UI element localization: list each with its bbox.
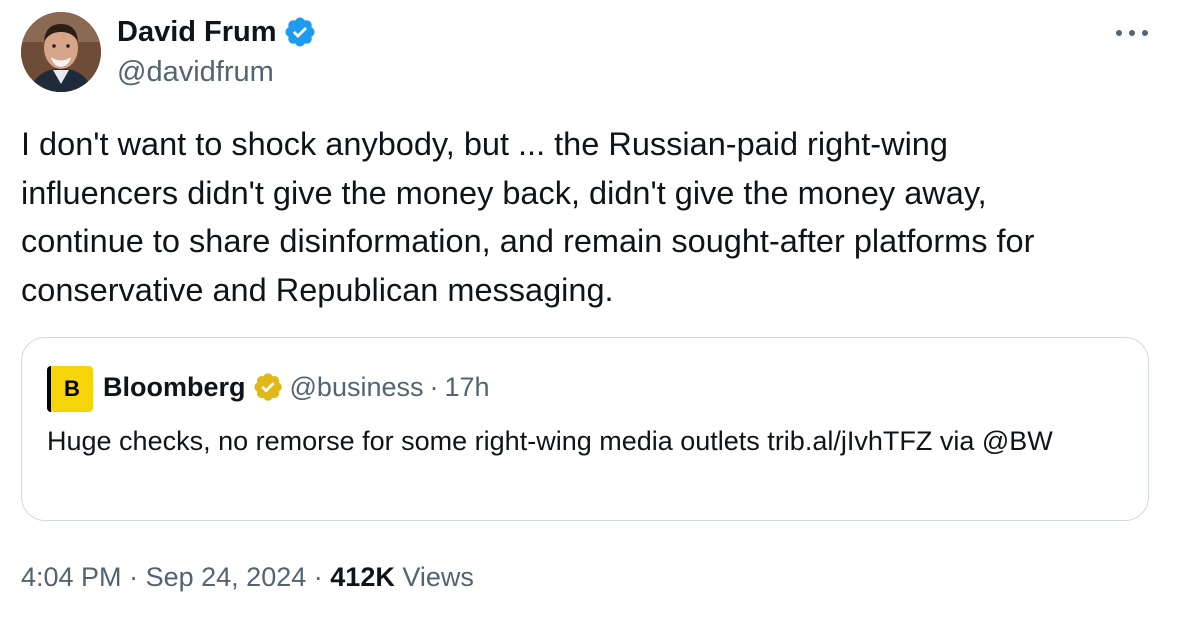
- author-handle[interactable]: @davidfrum: [117, 55, 274, 89]
- author-avatar-image: [21, 12, 101, 92]
- meta-separator: ·: [313, 562, 323, 592]
- quote-timestamp[interactable]: 17h: [445, 370, 490, 404]
- quote-author-name[interactable]: Bloomberg: [103, 370, 246, 404]
- views-label: Views: [402, 562, 474, 592]
- gold-verified-badge-icon: [253, 373, 282, 401]
- author-avatar[interactable]: [21, 12, 101, 92]
- tweet: David Frum @davidfrum I don't want to sh…: [0, 0, 1178, 620]
- quote-text: Huge checks, no remorse for some right-w…: [47, 426, 1053, 456]
- tweet-text: I don't want to shock anybody, but ... t…: [21, 126, 1035, 308]
- tweet-time[interactable]: 4:04 PM: [21, 562, 122, 592]
- quote-author-avatar[interactable]: B: [47, 366, 93, 412]
- quote-separator: ·: [429, 372, 439, 402]
- quote-author-handle[interactable]: @business: [290, 370, 424, 404]
- views-count: 412K: [330, 562, 395, 592]
- more-horizontal-icon: [1116, 30, 1148, 36]
- quote-avatar-letter: B: [64, 376, 80, 401]
- quote-header: Bloomberg @business · 17h: [103, 370, 490, 404]
- meta-separator: ·: [129, 562, 139, 592]
- author-name[interactable]: David Frum: [117, 14, 277, 50]
- quoted-tweet[interactable]: B Bloomberg @business · 17h Huge checks,…: [21, 337, 1149, 521]
- more-options-button[interactable]: [1112, 18, 1152, 48]
- tweet-meta: 4:04 PM · Sep 24, 2024 · 412K Views: [21, 560, 474, 594]
- verified-badge-icon: [285, 17, 315, 47]
- tweet-date[interactable]: Sep 24, 2024: [146, 562, 307, 592]
- author-name-row: David Frum: [117, 14, 317, 50]
